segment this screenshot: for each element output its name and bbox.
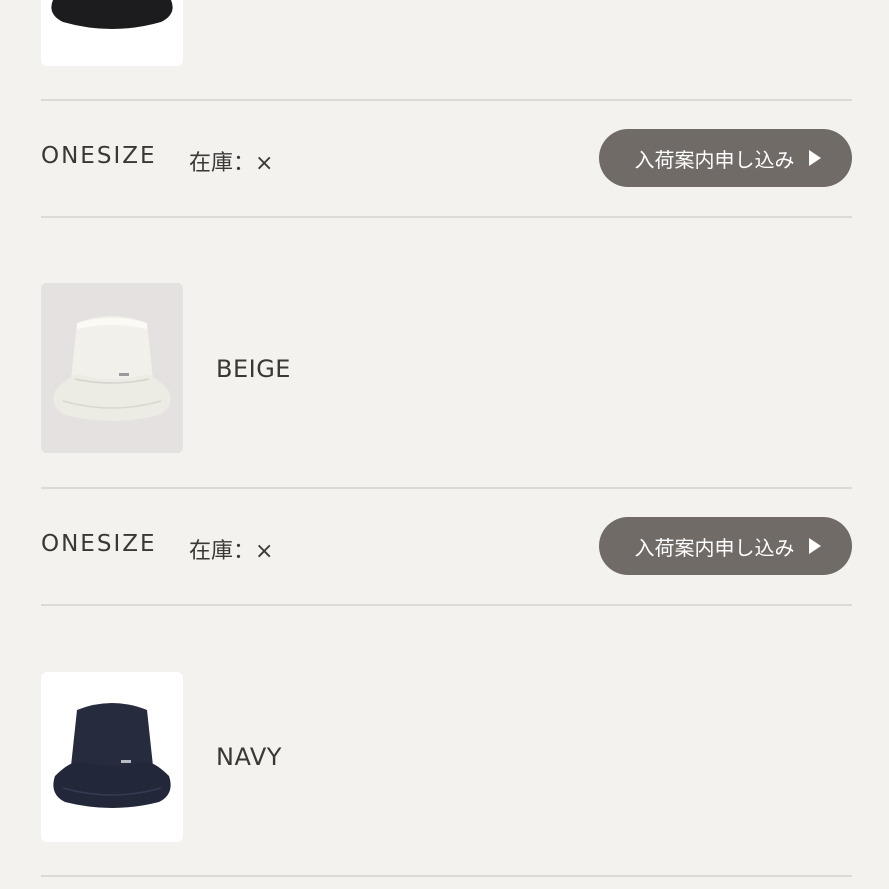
divider bbox=[41, 99, 852, 101]
restock-notify-button[interactable]: 入荷案内申し込み bbox=[599, 129, 852, 187]
size-label: ONESIZE bbox=[41, 531, 157, 557]
color-name: BEIGE bbox=[216, 355, 291, 383]
divider bbox=[41, 487, 852, 489]
color-name: NAVY bbox=[216, 743, 282, 771]
product-thumbnail-beige[interactable] bbox=[41, 283, 183, 453]
stock-status: 在庫：× bbox=[189, 151, 274, 176]
chevron-right-icon bbox=[808, 150, 821, 166]
stock-status: 在庫：× bbox=[189, 539, 274, 564]
restock-notify-button[interactable]: 入荷案内申し込み bbox=[599, 517, 852, 575]
chevron-right-icon bbox=[808, 538, 821, 554]
divider bbox=[41, 604, 852, 606]
navy-bucket-hat-image bbox=[41, 672, 183, 842]
restock-notify-button-label: 入荷案内申し込み bbox=[634, 535, 795, 560]
product-thumbnail-black[interactable] bbox=[41, 0, 183, 66]
black-bucket-hat-image bbox=[41, 0, 183, 66]
restock-notify-button-label: 入荷案内申し込み bbox=[634, 147, 795, 172]
product-thumbnail-navy[interactable] bbox=[41, 672, 183, 842]
size-label: ONESIZE bbox=[41, 143, 157, 169]
beige-bucket-hat-image bbox=[41, 283, 183, 453]
divider bbox=[41, 875, 852, 877]
product-variant-list: ONESIZE 在庫：× 入荷案内申し込み BEIGE ONESIZE 在庫：×… bbox=[0, 0, 889, 889]
divider bbox=[41, 216, 852, 218]
